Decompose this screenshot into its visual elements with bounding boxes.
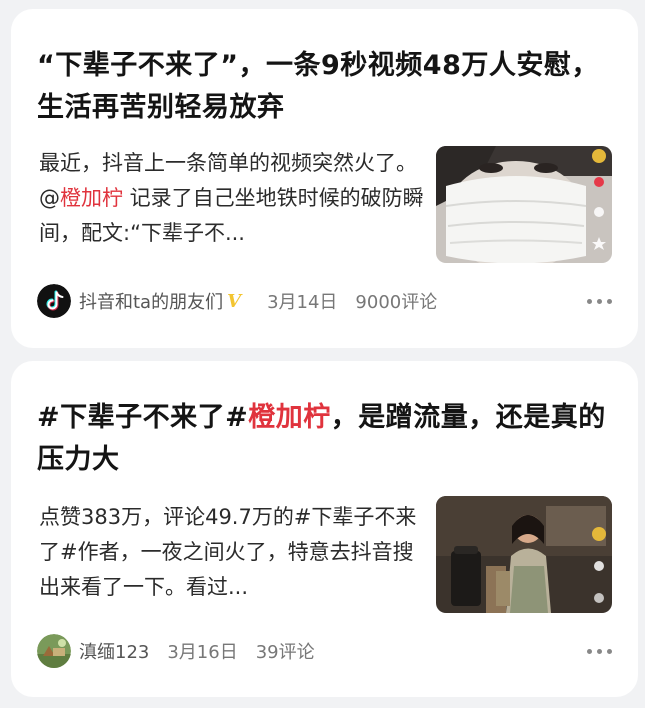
- user-avatar[interactable]: [37, 634, 71, 668]
- article-title[interactable]: #下辈子不来了#橙加柠，是蹭流量，还是真的压力大: [37, 397, 612, 481]
- article-card-1[interactable]: “下辈子不来了”，一条9秒视频48万人安慰，生活再苦别轻易放弃 最近，抖音上一条…: [11, 9, 638, 348]
- more-options-icon[interactable]: [579, 641, 612, 662]
- article-thumbnail[interactable]: [436, 146, 612, 263]
- article-meta: 滇缅123 3月16日 39评论: [37, 631, 612, 671]
- mention-link[interactable]: 橙加柠: [60, 186, 123, 210]
- comment-count: 39评论: [255, 642, 315, 663]
- article-snippet: 点赞383万，评论49.7万的#下辈子不来了#作者，一夜之间火了，特意去抖音搜出…: [39, 505, 417, 599]
- publish-date: 3月14日: [267, 292, 338, 313]
- source-name[interactable]: 抖音和ta的朋友们: [79, 288, 223, 314]
- title-hashtag-highlight[interactable]: 橙加柠: [248, 402, 331, 433]
- article-snippet: 最近，抖音上一条简单的视频突然火了。@橙加柠 记录了自己坐地铁时候的破防瞬间，配…: [39, 146, 429, 251]
- comment-count: 9000评论: [355, 292, 438, 313]
- title-hashtag-prefix: #下辈子不来了#: [37, 402, 249, 433]
- douyin-logo-icon: [37, 284, 71, 318]
- article-card-2[interactable]: #下辈子不来了#橙加柠，是蹭流量，还是真的压力大 点赞383万，评论49.7万的…: [11, 361, 638, 697]
- article-meta: 抖音和ta的朋友们 V 3月14日 9000评论: [37, 281, 612, 321]
- more-options-icon[interactable]: [579, 291, 612, 312]
- publish-date: 3月16日: [167, 642, 238, 663]
- article-thumbnail[interactable]: [436, 496, 612, 613]
- verified-badge-icon: V: [227, 290, 242, 312]
- article-title[interactable]: “下辈子不来了”，一条9秒视频48万人安慰，生活再苦别轻易放弃: [37, 45, 612, 129]
- source-name[interactable]: 滇缅123: [79, 638, 149, 664]
